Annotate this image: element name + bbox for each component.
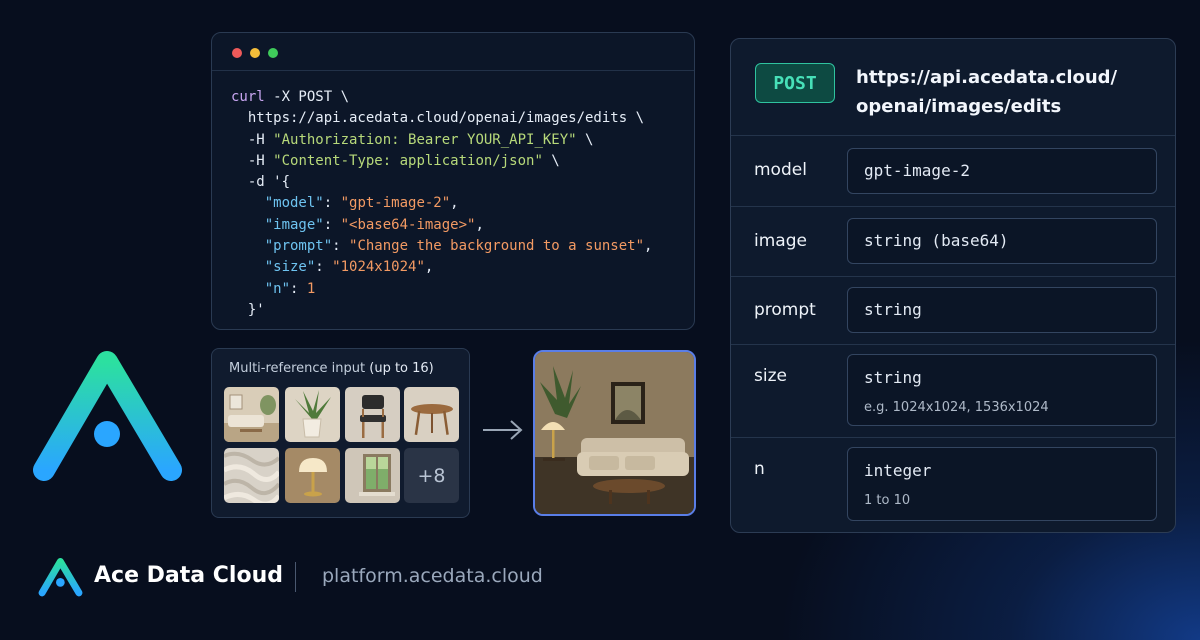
reference-thumbnail-chair[interactable] bbox=[345, 387, 400, 442]
code-terminal: curl -X POST \ https://api.acedata.cloud… bbox=[211, 32, 695, 330]
code-value: "gpt-image-2" bbox=[340, 195, 451, 212]
code-text: -X POST \ bbox=[264, 89, 350, 105]
code-command: curl bbox=[231, 89, 265, 105]
window-image bbox=[345, 448, 400, 503]
param-field-image[interactable]: string (base64) bbox=[847, 218, 1157, 264]
param-field-size[interactable]: string e.g. 1024x1024, 1536x1024 bbox=[847, 354, 1157, 426]
param-hint-size: e.g. 1024x1024, 1536x1024 bbox=[864, 400, 1049, 415]
code-value: 1 bbox=[306, 280, 316, 297]
ace-data-cloud-logo-icon bbox=[33, 351, 182, 481]
code-auth-header: "Authorization: Bearer YOUR_API_KEY" bbox=[273, 131, 577, 148]
reference-thumbnail-lamp[interactable] bbox=[285, 448, 340, 503]
param-value-size: string bbox=[864, 368, 922, 387]
param-name-n: n bbox=[754, 459, 765, 479]
code-key: "n" bbox=[264, 280, 291, 297]
close-window-dot-icon[interactable] bbox=[232, 48, 242, 58]
code-value: "1024x1024" bbox=[332, 259, 425, 276]
param-value-prompt: string bbox=[864, 300, 922, 319]
reference-thumbnail-table[interactable] bbox=[404, 387, 459, 442]
fabric-image bbox=[224, 448, 279, 503]
code-url: https://api.acedata.cloud/openai/images/… bbox=[231, 110, 645, 127]
reference-thumbnail-fabric[interactable] bbox=[224, 448, 279, 503]
param-name-size: size bbox=[754, 366, 787, 386]
endpoint-url-line-2: openai/images/edits bbox=[856, 96, 1062, 117]
maximize-window-dot-icon[interactable] bbox=[268, 48, 278, 58]
code-flag: -H bbox=[231, 131, 274, 148]
footer-separator bbox=[295, 562, 296, 592]
code-flag: -H bbox=[231, 152, 274, 169]
param-field-prompt[interactable]: string bbox=[847, 287, 1157, 333]
reference-thumbnail-living-room[interactable] bbox=[224, 387, 279, 442]
endpoint-url-line-1: https://api.acedata.cloud/ bbox=[856, 67, 1118, 88]
refs-limit-text: (up to 16) bbox=[369, 361, 434, 376]
code-value: "Change the background to a sunset" bbox=[349, 238, 645, 255]
panel-divider bbox=[731, 206, 1175, 207]
plant-image bbox=[285, 387, 340, 442]
minimize-window-dot-icon[interactable] bbox=[250, 48, 260, 58]
api-parameters-panel: POST https://api.acedata.cloud/ openai/i… bbox=[730, 38, 1176, 533]
code-data-flag: -d '{ bbox=[231, 174, 291, 191]
param-value-image: string (base64) bbox=[864, 231, 1009, 250]
param-value-model: gpt-image-2 bbox=[864, 161, 970, 180]
code-content-type-header: "Content-Type: application/json" bbox=[273, 152, 543, 169]
reference-thumbnail-window[interactable] bbox=[345, 448, 400, 503]
brand-name: Ace Data Cloud bbox=[94, 563, 283, 588]
multi-reference-title: Multi-reference input (up to 16) bbox=[229, 361, 434, 376]
param-name-image: image bbox=[754, 231, 807, 251]
panel-divider bbox=[731, 276, 1175, 277]
param-name-prompt: prompt bbox=[754, 300, 816, 320]
lamp-image bbox=[285, 448, 340, 503]
multi-reference-panel: Multi-reference input (up to 16) +8 bbox=[211, 348, 470, 518]
terminal-title-bar bbox=[212, 33, 694, 71]
code-value: "<base64-image>" bbox=[340, 216, 476, 233]
panel-divider bbox=[731, 135, 1175, 136]
chair-image bbox=[345, 387, 400, 442]
http-method-badge: POST bbox=[755, 63, 835, 103]
code-close: }' bbox=[231, 301, 265, 318]
param-name-model: model bbox=[754, 160, 807, 180]
code-key: "prompt" bbox=[264, 238, 333, 255]
result-room-image bbox=[535, 352, 694, 514]
arrow-right-icon bbox=[483, 420, 523, 440]
code-key: "image" bbox=[264, 216, 324, 233]
more-references-button[interactable]: +8 bbox=[404, 448, 459, 503]
platform-url-link[interactable]: platform.acedata.cloud bbox=[322, 565, 543, 587]
ace-data-cloud-small-logo-icon bbox=[38, 557, 83, 597]
param-hint-n: 1 to 10 bbox=[864, 493, 911, 508]
living-room-image bbox=[224, 387, 279, 442]
reference-thumbnail-plant[interactable] bbox=[285, 387, 340, 442]
param-field-n[interactable]: integer 1 to 10 bbox=[847, 447, 1157, 521]
code-key: "size" bbox=[264, 259, 316, 276]
param-value-n: integer bbox=[864, 461, 932, 480]
panel-divider bbox=[731, 344, 1175, 345]
refs-title-text: Multi-reference input bbox=[229, 361, 366, 376]
param-field-model[interactable]: gpt-image-2 bbox=[847, 148, 1157, 194]
endpoint-url: https://api.acedata.cloud/ openai/images… bbox=[856, 63, 1117, 121]
code-text: \ bbox=[542, 152, 560, 169]
edited-result-image[interactable] bbox=[533, 350, 696, 516]
code-text: \ bbox=[576, 131, 594, 148]
code-key: "model" bbox=[264, 195, 324, 212]
curl-code-block: curl -X POST \ https://api.acedata.cloud… bbox=[231, 89, 653, 318]
panel-divider bbox=[731, 437, 1175, 438]
table-image bbox=[404, 387, 459, 442]
